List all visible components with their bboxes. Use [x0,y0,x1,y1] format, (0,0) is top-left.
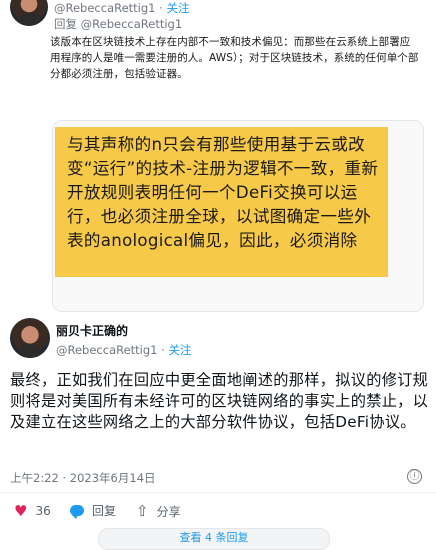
author-avatar[interactable] [10,318,50,358]
attached-image[interactable]: 与其声称的n只会有那些使用基于云或改变“运行”的技术-注册为逻辑不一致，重新开放… [52,120,424,312]
like-count: 36 [35,504,51,518]
timestamp[interactable]: 上午2:22 · 2023年6月14日 [10,470,156,486]
tweet-body: 最终，正如我们在回应中更全面地阐述的那样，拟议的修订规则将是对美国所有未经许可的… [10,371,429,431]
share-label: 分享 [156,504,181,519]
divider [0,492,436,493]
reply-header: @RebeccaRettig1 · 关注 [54,1,190,15]
reply-to-handle[interactable]: @RebeccaRettig1 [81,17,183,31]
share-button[interactable]: ⇧ 分享 [136,502,181,520]
author-handle[interactable]: @RebeccaRettig1 [56,343,158,357]
follow-button[interactable]: 关注 [166,1,189,15]
highlight-box: 与其声称的n只会有那些使用基于云或改变“运行”的技术-注册为逻辑不一致，重新开放… [55,127,388,277]
heart-icon: ♥ [14,502,28,520]
reply-handle[interactable]: @RebeccaRettig1 [54,1,156,15]
info-icon[interactable]: ⓘ [407,469,422,484]
reply-label: 回复 [92,504,117,518]
author-meta: @RebeccaRettig1 · 关注 [56,343,192,357]
view-replies-button[interactable]: 查看 4 条回复 [98,528,330,550]
share-icon: ⇧ [136,502,149,520]
author-name[interactable]: 丽贝卡正确的 [56,322,128,339]
author-follow-button[interactable]: 关注 [168,343,191,357]
quoted-paragraph: 该版本在区块链技术上存在内部不一致和技术偏见：而那些在云系统上部署应用程序的人是… [50,36,419,80]
image-text: 与其声称的n只会有那些使用基于云或改变“运行”的技术-注册为逻辑不一致，重新开放… [67,135,379,250]
avatar[interactable] [10,0,48,26]
quoted-paragraph-card: 该版本在区块链技术上存在内部不一致和技术偏见：而那些在云系统上部署应用程序的人是… [50,34,420,104]
replying-to: 回复 @RebeccaRettig1 [54,17,183,31]
reply-bubble-icon [70,505,84,519]
like-button[interactable]: ♥ 36 [14,502,51,520]
reply-button[interactable]: 回复 [70,502,116,519]
